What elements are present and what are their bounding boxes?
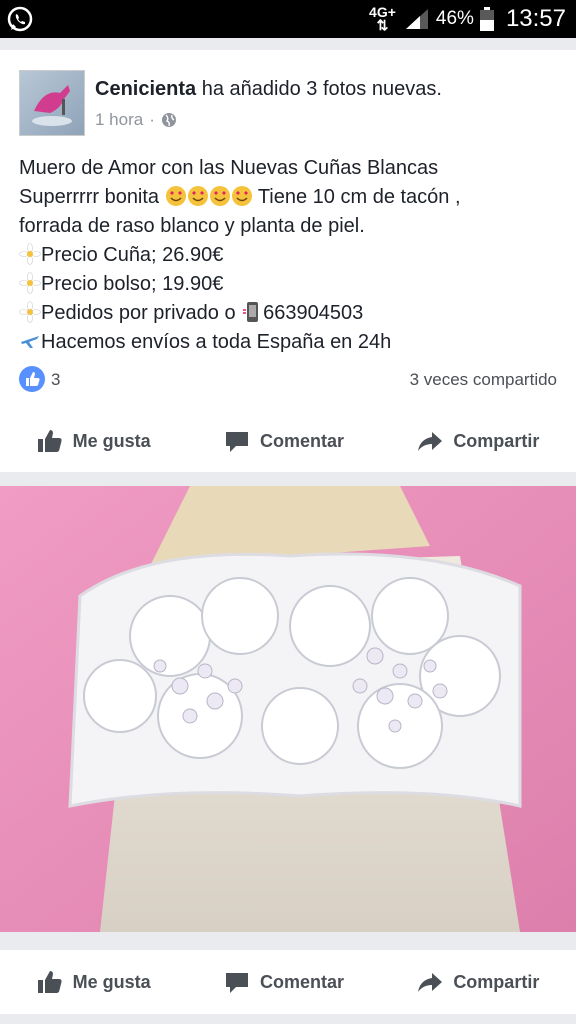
heart-eyes-emoji-icon — [209, 186, 230, 206]
post-body: Muero de Amor con las Nuevas Cuñas Blanc… — [19, 154, 559, 357]
thumbs-up-icon — [37, 971, 62, 993]
battery-icon — [479, 7, 494, 31]
like-button[interactable]: Me gusta — [37, 428, 151, 454]
battery-percent: 46% — [435, 8, 474, 29]
comment-button[interactable]: Comentar — [224, 969, 344, 995]
share-arrow-icon — [418, 432, 443, 451]
reaction-summary: 3 3 veces compartido — [19, 366, 557, 392]
action-bar: Me gusta Comentar Compartir — [0, 953, 576, 1011]
post-line: forrada de raso blanco y planta de piel. — [19, 215, 365, 237]
globe-icon — [161, 113, 176, 127]
heart-eyes-emoji-icon — [165, 186, 186, 206]
post-meta: 1 hora · — [95, 110, 177, 130]
post-line: Hacemos envíos a toda España en 24h — [19, 328, 559, 357]
lace-sandal-image — [0, 486, 576, 932]
airplane-icon — [21, 336, 39, 348]
whatsapp-icon — [7, 6, 33, 32]
post-card: Cenicienta ha añadido 3 fotos nuevas. 1 … — [0, 50, 576, 472]
like-reaction-icon[interactable] — [19, 366, 45, 392]
share-button[interactable]: Compartir — [417, 428, 539, 454]
action-bar: Me gusta Comentar Compartir — [0, 412, 576, 470]
like-button[interactable]: Me gusta — [37, 969, 151, 995]
post-card-2: Me gusta Comentar Compartir — [0, 950, 576, 1014]
comment-icon — [225, 432, 248, 452]
daisy-icon — [19, 301, 41, 323]
heart-eyes-emoji-icon — [231, 186, 252, 206]
post-action: ha añadido 3 fotos nuevas. — [201, 78, 442, 100]
post-time[interactable]: 1 hora — [95, 110, 143, 130]
thumbs-up-icon — [37, 430, 62, 452]
comment-button[interactable]: Comentar — [224, 428, 344, 454]
comment-icon — [225, 973, 248, 993]
network-indicator: 4G+ ⇅ — [369, 4, 396, 33]
share-button[interactable]: Compartir — [417, 969, 539, 995]
author-name[interactable]: Cenicienta — [95, 78, 196, 100]
share-count[interactable]: 3 veces compartido — [410, 370, 557, 390]
post-photo[interactable] — [0, 486, 576, 932]
post-header: Cenicienta ha añadido 3 fotos nuevas. — [95, 78, 442, 101]
daisy-icon — [19, 243, 41, 265]
phone-number[interactable]: 663904503 — [263, 302, 363, 324]
clock: 13:57 — [505, 5, 566, 32]
post-line: Pedidos por privado o 663904503 — [19, 299, 559, 328]
signal-icon — [405, 9, 428, 29]
mobile-phone-icon — [243, 302, 259, 322]
post-line: Precio Cuña; 26.90€ — [19, 241, 559, 270]
like-count[interactable]: 3 — [51, 370, 60, 390]
daisy-icon — [19, 272, 41, 294]
avatar[interactable] — [19, 70, 85, 136]
post-line: Muero de Amor con las Nuevas Cuñas Blanc… — [19, 157, 439, 179]
meta-separator: · — [149, 110, 155, 129]
status-bar: 4G+ ⇅ 46% 13:57 — [0, 0, 576, 38]
post-line: Precio bolso; 19.90€ — [19, 270, 559, 299]
heart-eyes-emoji-icon — [187, 186, 208, 206]
post-line: Superrrrr bonita Tiene 10 cm de tacón , — [19, 186, 461, 208]
share-arrow-icon — [418, 973, 443, 992]
shoe-logo-icon — [32, 85, 72, 126]
